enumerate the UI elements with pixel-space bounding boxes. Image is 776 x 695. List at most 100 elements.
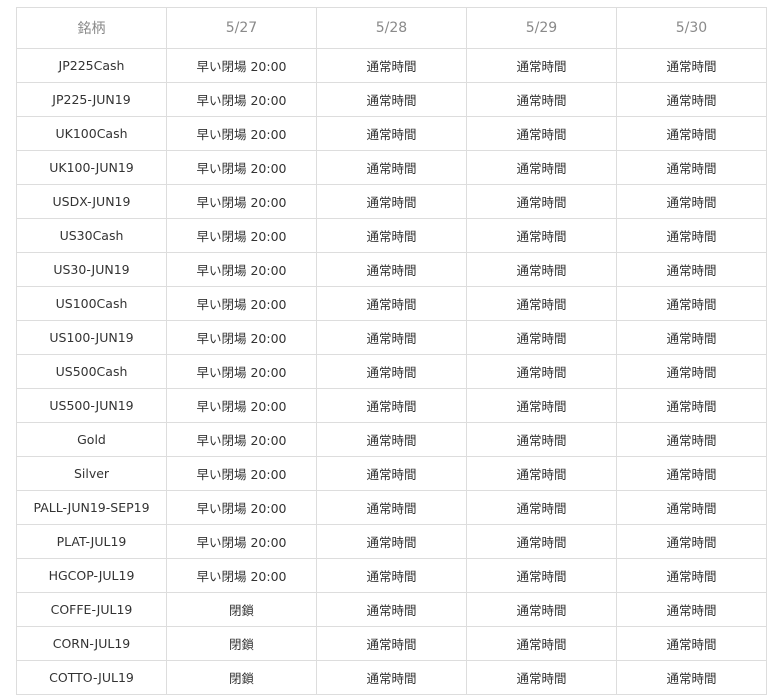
day3-status-cell: 通常時間 xyxy=(466,82,617,117)
table-row: US100Cash 早い閉場 20:00 通常時間 通常時間 通常時間 xyxy=(16,286,767,321)
symbol-cell: US100Cash xyxy=(16,286,167,321)
day1-status-cell: 早い閉場 20:00 xyxy=(166,116,317,151)
symbol-cell: Gold xyxy=(16,422,167,457)
day2-status-cell: 通常時間 xyxy=(316,82,467,117)
day1-status-cell: 早い閉場 20:00 xyxy=(166,82,317,117)
symbol-cell: US30Cash xyxy=(16,218,167,253)
day4-status-cell: 通常時間 xyxy=(616,286,767,321)
day1-status-cell: 早い閉場 20:00 xyxy=(166,388,317,423)
day1-status-cell: 早い閉場 20:00 xyxy=(166,456,317,491)
day3-status-cell: 通常時間 xyxy=(466,626,617,661)
day1-status-cell: 早い閉場 20:00 xyxy=(166,524,317,559)
symbol-cell: CORN-JUL19 xyxy=(16,626,167,661)
symbol-cell: US500-JUN19 xyxy=(16,388,167,423)
symbol-cell: USDX-JUN19 xyxy=(16,184,167,219)
day1-status-cell: 閉鎖 xyxy=(166,592,317,627)
table-row: US30-JUN19 早い閉場 20:00 通常時間 通常時間 通常時間 xyxy=(16,252,767,287)
day3-status-cell: 通常時間 xyxy=(466,524,617,559)
table-row: JP225-JUN19 早い閉場 20:00 通常時間 通常時間 通常時間 xyxy=(16,82,767,117)
day2-status-cell: 通常時間 xyxy=(316,592,467,627)
trading-hours-table: 銘柄 5/27 5/28 5/29 5/30 JP225Cash 早い閉場 20:… xyxy=(16,7,767,695)
day3-status-cell: 通常時間 xyxy=(466,558,617,593)
day2-status-cell: 通常時間 xyxy=(316,626,467,661)
symbol-cell: COFFE-JUL19 xyxy=(16,592,167,627)
day4-status-cell: 通常時間 xyxy=(616,660,767,695)
symbol-cell: UK100-JUN19 xyxy=(16,150,167,185)
day3-status-cell: 通常時間 xyxy=(466,116,617,151)
day1-status-cell: 早い閉場 20:00 xyxy=(166,490,317,525)
day2-status-cell: 通常時間 xyxy=(316,252,467,287)
day3-status-cell: 通常時間 xyxy=(466,490,617,525)
day1-status-cell: 早い閉場 20:00 xyxy=(166,558,317,593)
day3-status-cell: 通常時間 xyxy=(466,320,617,355)
table-row: USDX-JUN19 早い閉場 20:00 通常時間 通常時間 通常時間 xyxy=(16,184,767,219)
day2-status-cell: 通常時間 xyxy=(316,116,467,151)
day2-status-cell: 通常時間 xyxy=(316,660,467,695)
day1-status-cell: 閉鎖 xyxy=(166,660,317,695)
table-row: JP225Cash 早い閉場 20:00 通常時間 通常時間 通常時間 xyxy=(16,48,767,83)
symbol-cell: US100-JUN19 xyxy=(16,320,167,355)
header-row: 銘柄 5/27 5/28 5/29 5/30 xyxy=(16,7,767,49)
table-row: Silver 早い閉場 20:00 通常時間 通常時間 通常時間 xyxy=(16,456,767,491)
day2-status-cell: 通常時間 xyxy=(316,456,467,491)
day3-status-cell: 通常時間 xyxy=(466,286,617,321)
table-row: UK100Cash 早い閉場 20:00 通常時間 通常時間 通常時間 xyxy=(16,116,767,151)
day4-status-cell: 通常時間 xyxy=(616,252,767,287)
day1-status-cell: 早い閉場 20:00 xyxy=(166,422,317,457)
day3-status-cell: 通常時間 xyxy=(466,422,617,457)
symbol-cell: PLAT-JUL19 xyxy=(16,524,167,559)
symbol-cell: Silver xyxy=(16,456,167,491)
trading-hours-table-container: 銘柄 5/27 5/28 5/29 5/30 JP225Cash 早い閉場 20:… xyxy=(16,7,767,695)
day4-status-cell: 通常時間 xyxy=(616,422,767,457)
table-row: CORN-JUL19 閉鎖 通常時間 通常時間 通常時間 xyxy=(16,626,767,661)
table-row: US500-JUN19 早い閉場 20:00 通常時間 通常時間 通常時間 xyxy=(16,388,767,423)
day4-status-cell: 通常時間 xyxy=(616,82,767,117)
day1-status-cell: 早い閉場 20:00 xyxy=(166,320,317,355)
table-row: PALL-JUN19-SEP19 早い閉場 20:00 通常時間 通常時間 通常時間 xyxy=(16,490,767,525)
day4-status-cell: 通常時間 xyxy=(616,626,767,661)
day2-status-cell: 通常時間 xyxy=(316,422,467,457)
day2-status-cell: 通常時間 xyxy=(316,184,467,219)
day3-status-cell: 通常時間 xyxy=(466,388,617,423)
day3-status-cell: 通常時間 xyxy=(466,354,617,389)
symbol-cell: US30-JUN19 xyxy=(16,252,167,287)
day4-status-cell: 通常時間 xyxy=(616,456,767,491)
table-row: COFFE-JUL19 閉鎖 通常時間 通常時間 通常時間 xyxy=(16,592,767,627)
header-date-4: 5/30 xyxy=(616,7,767,49)
day3-status-cell: 通常時間 xyxy=(466,592,617,627)
day4-status-cell: 通常時間 xyxy=(616,320,767,355)
symbol-cell: UK100Cash xyxy=(16,116,167,151)
day3-status-cell: 通常時間 xyxy=(466,456,617,491)
day2-status-cell: 通常時間 xyxy=(316,48,467,83)
day3-status-cell: 通常時間 xyxy=(466,184,617,219)
day1-status-cell: 閉鎖 xyxy=(166,626,317,661)
table-row: US30Cash 早い閉場 20:00 通常時間 通常時間 通常時間 xyxy=(16,218,767,253)
day3-status-cell: 通常時間 xyxy=(466,48,617,83)
day4-status-cell: 通常時間 xyxy=(616,354,767,389)
table-row: US100-JUN19 早い閉場 20:00 通常時間 通常時間 通常時間 xyxy=(16,320,767,355)
day1-status-cell: 早い閉場 20:00 xyxy=(166,286,317,321)
day2-status-cell: 通常時間 xyxy=(316,388,467,423)
header-date-2: 5/28 xyxy=(316,7,467,49)
day2-status-cell: 通常時間 xyxy=(316,354,467,389)
day2-status-cell: 通常時間 xyxy=(316,320,467,355)
symbol-cell: PALL-JUN19-SEP19 xyxy=(16,490,167,525)
day4-status-cell: 通常時間 xyxy=(616,184,767,219)
day2-status-cell: 通常時間 xyxy=(316,558,467,593)
day4-status-cell: 通常時間 xyxy=(616,48,767,83)
day4-status-cell: 通常時間 xyxy=(616,490,767,525)
day2-status-cell: 通常時間 xyxy=(316,218,467,253)
day1-status-cell: 早い閉場 20:00 xyxy=(166,252,317,287)
day2-status-cell: 通常時間 xyxy=(316,524,467,559)
table-row: US500Cash 早い閉場 20:00 通常時間 通常時間 通常時間 xyxy=(16,354,767,389)
day4-status-cell: 通常時間 xyxy=(616,116,767,151)
symbol-cell: COTTO-JUL19 xyxy=(16,660,167,695)
table-body: JP225Cash 早い閉場 20:00 通常時間 通常時間 通常時間 JP225-JUN… xyxy=(16,48,767,695)
header-symbol: 銘柄 xyxy=(16,7,167,49)
day4-status-cell: 通常時間 xyxy=(616,150,767,185)
day4-status-cell: 通常時間 xyxy=(616,558,767,593)
symbol-cell: US500Cash xyxy=(16,354,167,389)
day4-status-cell: 通常時間 xyxy=(616,218,767,253)
day3-status-cell: 通常時間 xyxy=(466,252,617,287)
symbol-cell: JP225-JUN19 xyxy=(16,82,167,117)
